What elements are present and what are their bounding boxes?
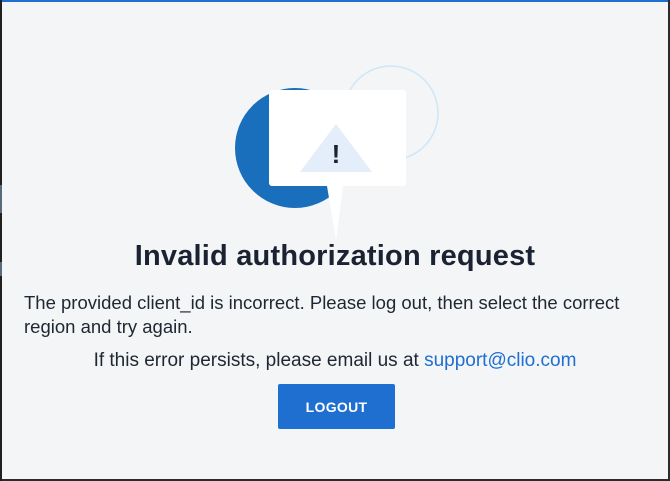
error-message: The provided client_id is incorrect. Ple… xyxy=(24,292,620,337)
support-line: If this error persists, please email us … xyxy=(2,350,668,372)
support-email-link[interactable]: support@clio.com xyxy=(424,350,576,371)
exclamation-mark: ! xyxy=(332,139,341,169)
error-title: Invalid authorization request xyxy=(134,240,536,272)
support-prefix: If this error persists, please email us … xyxy=(93,350,425,371)
error-illustration: ! xyxy=(232,62,447,242)
error-dialog: ! Invalid authorization request The prov… xyxy=(2,0,668,479)
speech-bubble-tail xyxy=(327,186,343,240)
warning-illustration-graphic: ! xyxy=(235,65,439,240)
logout-button[interactable]: LOGOUT xyxy=(278,384,395,429)
